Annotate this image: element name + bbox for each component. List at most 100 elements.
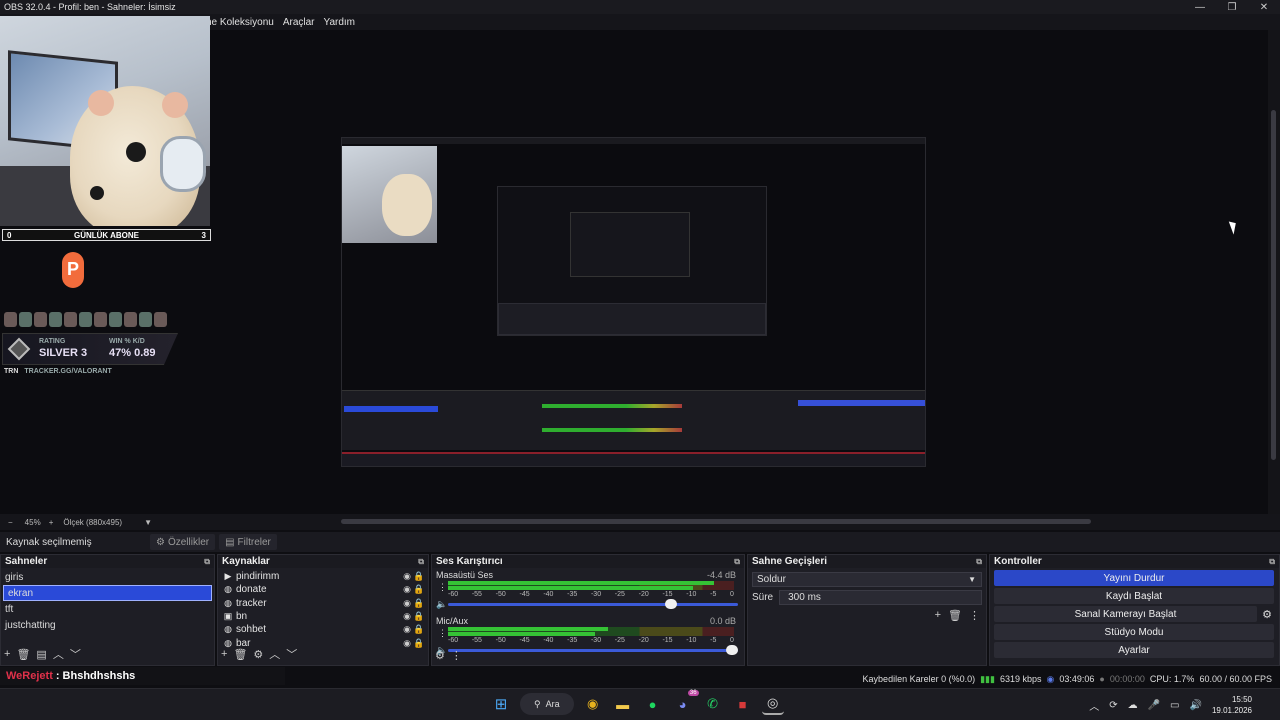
scale-dropdown-caret[interactable]: ▼ <box>144 518 152 527</box>
add-icon[interactable]: + <box>935 609 941 622</box>
move-up-icon[interactable]: ︿ <box>53 646 64 662</box>
add-icon[interactable]: + <box>221 648 227 660</box>
menu-tools[interactable]: Araçlar <box>283 17 315 28</box>
transition-select[interactable]: Soldur ▼ <box>752 572 982 587</box>
visibility-eye-icon[interactable]: ◉ <box>401 598 413 609</box>
speaker-icon[interactable]: 🔈 <box>436 599 447 610</box>
menu-help[interactable]: Yardım <box>324 17 356 28</box>
lock-icon[interactable]: 🔒 <box>413 638 425 649</box>
display-icon[interactable]: ▭ <box>1170 700 1179 711</box>
menu-scene-collection[interactable]: ne Koleksiyonu <box>206 17 274 28</box>
scene-item[interactable]: giris <box>1 569 214 585</box>
volume-slider[interactable] <box>448 603 738 606</box>
visibility-eye-icon[interactable]: ◉ <box>401 638 413 649</box>
settings-button[interactable]: Ayarlar <box>994 642 1274 658</box>
app-red-icon[interactable]: ■ <box>732 693 754 715</box>
maximize-button[interactable]: ❐ <box>1216 2 1248 13</box>
visibility-eye-icon[interactable]: ◉ <box>401 571 413 582</box>
spotify-icon[interactable]: ● <box>642 693 664 715</box>
record-icon: ● <box>1099 674 1105 684</box>
dock-menu-icon[interactable]: ⧉ <box>204 557 210 567</box>
source-item[interactable]: ◍ sohbet ◉ 🔒 <box>218 623 428 636</box>
channel-menu-icon[interactable]: ⋮ <box>438 628 447 639</box>
dock-menu-icon[interactable]: ⧉ <box>1269 557 1275 567</box>
meter-fill-left <box>448 627 609 631</box>
volume-icon[interactable]: 🔊 <box>1190 700 1202 711</box>
volume-slider-knob[interactable] <box>665 599 678 609</box>
trash-icon[interactable]: 🗑 <box>233 648 247 661</box>
studio-mode-button[interactable]: Stüdyo Modu <box>994 624 1274 640</box>
trash-icon[interactable]: 🗑 <box>948 609 962 622</box>
lock-icon[interactable]: 🔒 <box>413 584 425 595</box>
sources-toolbar: + 🗑 ⚙ ︿ ﹀ <box>221 646 297 662</box>
minimize-button[interactable]: — <box>1184 2 1216 13</box>
chevron-up-icon[interactable]: ︿ <box>1089 698 1099 713</box>
mixer-menu-icon[interactable]: ⋮ <box>451 649 462 662</box>
channel-menu-icon[interactable]: ⋮ <box>438 582 447 593</box>
taskbar-search[interactable]: ⚲ Ara <box>520 693 574 715</box>
dock-menu-icon[interactable]: ⧉ <box>418 557 424 567</box>
gear-icon[interactable]: ⚙ <box>1259 606 1275 622</box>
start-recording-button[interactable]: Kaydı Başlat <box>994 588 1274 604</box>
tracker-url: TRACKER.GG/VALORANT <box>24 368 112 375</box>
dock-menu-icon[interactable]: ⧉ <box>734 557 740 567</box>
zoom-out-button[interactable]: − <box>8 518 13 527</box>
source-item[interactable]: ◍ tracker ◉ 🔒 <box>218 597 428 610</box>
gear-icon[interactable]: ⚙ <box>253 648 263 661</box>
close-button[interactable]: ✕ <box>1248 2 1280 13</box>
rating-label: RATING <box>39 338 66 345</box>
more-options-icon[interactable]: ⋮ <box>969 609 980 622</box>
filter-icon[interactable]: ▤ <box>36 648 46 661</box>
meter-tick-label: -55 <box>471 591 482 598</box>
duration-input[interactable]: 300 ms <box>779 590 982 605</box>
preview-vertical-scrollbar[interactable] <box>1268 30 1280 514</box>
visibility-eye-icon[interactable]: ◉ <box>401 611 413 622</box>
zoom-in-button[interactable]: + <box>49 518 54 527</box>
scene-item[interactable]: tft <box>1 601 214 617</box>
volume-slider-knob[interactable] <box>726 645 739 655</box>
chrome-icon[interactable]: ◉ <box>582 693 604 715</box>
preview-horizontal-scrollbar[interactable] <box>341 519 1091 524</box>
chat-overlay: WeRejett : Bhshdhshshs <box>0 667 285 685</box>
cloud-icon[interactable]: ☁ <box>1128 700 1138 711</box>
obs-icon[interactable]: ◎ <box>761 693 784 715</box>
lock-icon[interactable]: 🔒 <box>413 624 425 635</box>
meter-tick-label: -60 <box>448 637 459 644</box>
meter-tick-label: -30 <box>590 591 602 598</box>
globe-icon: ◍ <box>224 597 232 608</box>
scene-item-selected[interactable]: ekran <box>3 585 212 601</box>
meter-tick-label: -50 <box>495 591 506 598</box>
move-up-icon[interactable]: ︿ <box>269 646 280 662</box>
windows-start-icon[interactable]: ⊞ <box>490 693 512 715</box>
trash-icon[interactable]: 🗑 <box>16 648 30 661</box>
agent-icon <box>154 312 167 327</box>
stop-streaming-button[interactable]: Yayını Durdur <box>994 570 1274 586</box>
move-down-icon[interactable]: ﹀ <box>70 646 81 662</box>
sync-icon[interactable]: ⟳ <box>1109 700 1117 711</box>
visibility-eye-icon[interactable]: ◉ <box>401 584 413 595</box>
sources-list: ▶ pindirimm ◉ 🔒 ◍ donate ◉ 🔒 ◍ tracker ◉ 🔒 ▣ bn ◉ 🔒 ◍ soh… <box>218 568 428 650</box>
discord-icon[interactable]: ◕ 36 <box>672 690 699 715</box>
meter-tick-label: -35 <box>567 637 578 644</box>
taskbar-clock[interactable]: 15:50 19.01.2026 <box>1212 694 1252 716</box>
visibility-eye-icon[interactable]: ◉ <box>401 624 413 635</box>
advanced-audio-icon[interactable]: ⚙ <box>435 649 445 662</box>
file-explorer-icon[interactable]: ▬ <box>612 693 634 715</box>
source-item[interactable]: ▶ pindirimm ◉ 🔒 <box>218 570 428 583</box>
lock-icon[interactable]: 🔒 <box>413 611 425 622</box>
volume-slider[interactable] <box>448 649 738 652</box>
microphone-icon[interactable]: 🎤 <box>1148 700 1160 711</box>
whatsapp-icon[interactable]: ✆ <box>702 693 724 715</box>
properties-button[interactable]: ⚙ Özellikler <box>150 534 216 550</box>
add-icon[interactable]: + <box>4 648 10 660</box>
source-item[interactable]: ▣ bn ◉ 🔒 <box>218 610 428 623</box>
filters-button[interactable]: ▤ Filtreler <box>219 534 277 550</box>
lock-icon[interactable]: 🔒 <box>413 571 425 582</box>
source-item[interactable]: ◍ donate ◉ 🔒 <box>218 583 428 596</box>
scene-item[interactable]: justchatting <box>1 617 214 633</box>
lock-icon[interactable]: 🔒 <box>413 598 425 609</box>
sources-dock: Kaynaklar ⧉ ▶ pindirimm ◉ 🔒 ◍ donate ◉ 🔒 ◍ tracker… <box>217 554 429 666</box>
start-virtual-camera-button[interactable]: Sanal Kamerayı Başlat <box>994 606 1257 622</box>
move-down-icon[interactable]: ﹀ <box>286 646 297 662</box>
dock-menu-icon[interactable]: ⧉ <box>976 557 982 567</box>
